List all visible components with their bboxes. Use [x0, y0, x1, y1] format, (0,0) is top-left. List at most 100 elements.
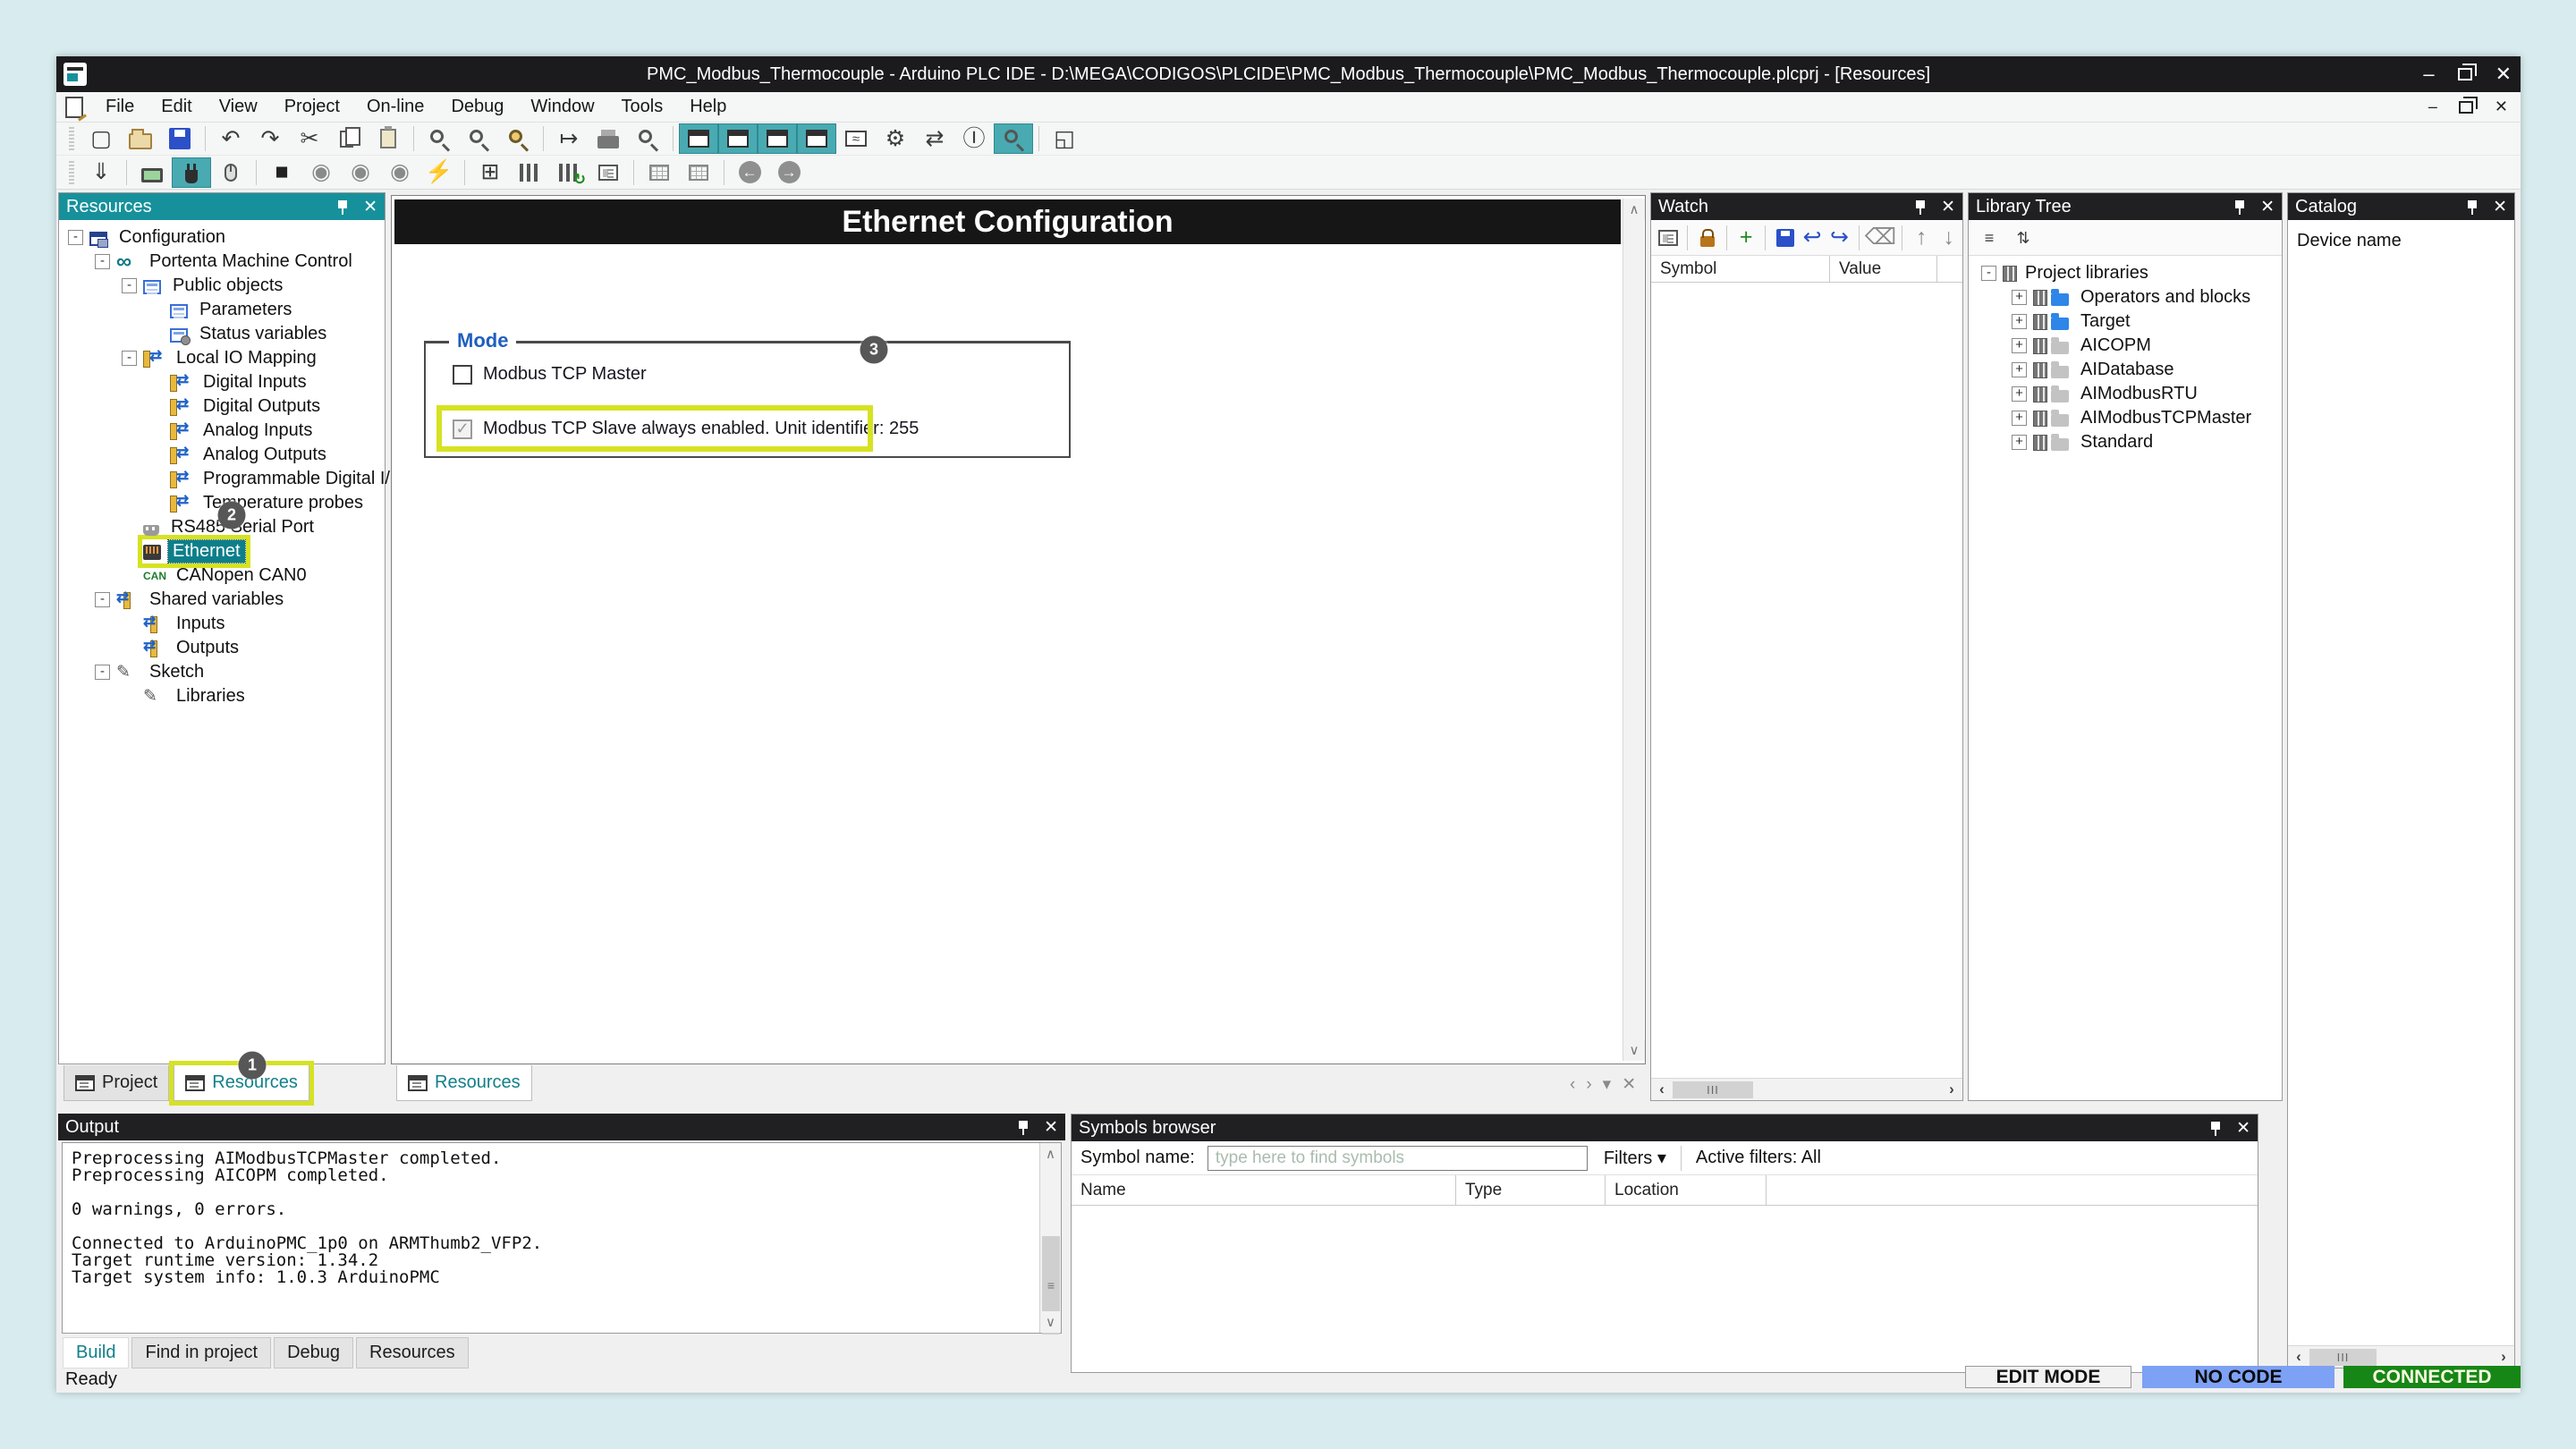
mdi-minimize-button[interactable]: –	[2428, 97, 2437, 116]
output-tab[interactable]: Debug	[274, 1337, 354, 1368]
undo-button[interactable]: ↶	[211, 123, 250, 154]
navigate-forward-button[interactable]	[769, 157, 809, 188]
toggle-watch-window-button[interactable]	[718, 123, 758, 154]
tab-menu-icon[interactable]: ▾	[1603, 1074, 1612, 1095]
tree-expander[interactable]: -	[95, 254, 110, 269]
tree-item[interactable]: - Shared variables	[59, 588, 385, 612]
pin-icon[interactable]	[1017, 1119, 1030, 1136]
scroll-down-icon[interactable]: ∨	[1040, 1311, 1061, 1333]
fullscreen-button[interactable]: ◱	[1045, 123, 1084, 154]
tree-expander[interactable]: -	[68, 230, 83, 245]
find-in-project-button[interactable]	[498, 123, 538, 154]
close-icon[interactable]: ✕	[2236, 1118, 2250, 1139]
close-button[interactable]: ✕	[2496, 63, 2512, 86]
tree-expander[interactable]: +	[2012, 290, 2027, 305]
tree-expander[interactable]: -	[122, 278, 137, 293]
toggle-library-window-button[interactable]	[758, 123, 797, 154]
tree-item[interactable]: CANopen CAN0	[59, 564, 385, 588]
menu-item[interactable]: Tools	[608, 93, 677, 120]
pin-icon[interactable]	[1914, 199, 1927, 216]
output-tab[interactable]: Resources	[356, 1337, 469, 1368]
tree-expander[interactable]: -	[122, 351, 137, 366]
tree-item[interactable]: + Operators and blocks	[1969, 285, 2282, 309]
close-icon[interactable]: ✕	[1044, 1117, 1058, 1138]
new-project-button[interactable]: ▢	[81, 123, 121, 154]
import-button[interactable]: ↦	[549, 123, 589, 154]
tree-item[interactable]: Digital Outputs	[59, 394, 385, 419]
grid-settings-button[interactable]	[679, 157, 718, 188]
watch-move-down-icon[interactable]: ↓	[1936, 223, 1962, 253]
paste-button[interactable]	[369, 123, 408, 154]
close-icon[interactable]: ✕	[2260, 197, 2275, 217]
scroll-down-icon[interactable]: ∨	[1623, 1039, 1645, 1061]
column-header[interactable]: Value	[1830, 256, 1937, 282]
tree-item[interactable]: - Configuration	[59, 225, 385, 250]
pin-icon[interactable]	[2233, 199, 2246, 216]
tree-item[interactable]: + AICOPM	[1969, 334, 2282, 358]
output-tab[interactable]: Find in project	[131, 1337, 272, 1368]
watch-save-icon[interactable]	[1771, 223, 1798, 253]
editor-tab-resources[interactable]: Resources	[396, 1065, 532, 1101]
project-report-button[interactable]	[589, 157, 628, 188]
halt-button[interactable]: ◉	[301, 157, 341, 188]
column-header[interactable]: Symbol	[1651, 256, 1830, 282]
menu-item[interactable]: File	[92, 93, 148, 120]
redo-button[interactable]: ↷	[250, 123, 290, 154]
tree-item[interactable]: + Standard	[1969, 430, 2282, 454]
tree-item[interactable]: - Sketch	[59, 660, 385, 684]
run-button[interactable]: ⚡	[419, 157, 459, 188]
toggle-catalog-window-button[interactable]	[797, 123, 836, 154]
step-button[interactable]: ◉	[380, 157, 419, 188]
watch-restore-append-icon[interactable]: ↪	[1826, 223, 1852, 253]
tree-item[interactable]: Outputs	[59, 636, 385, 660]
tree-item[interactable]: + AIDatabase	[1969, 358, 2282, 382]
watch-move-up-icon[interactable]: ↑	[1908, 223, 1935, 253]
watch-list-icon[interactable]	[1655, 223, 1682, 253]
column-header[interactable]: Type	[1456, 1175, 1606, 1205]
scrollbar-thumb[interactable]: III	[1673, 1080, 1753, 1098]
watch-horizontal-scrollbar[interactable]: ‹ III ›	[1651, 1078, 1962, 1100]
close-icon[interactable]: ✕	[1941, 197, 1955, 217]
watch-clear-icon[interactable]: ⌫	[1865, 223, 1896, 253]
toggle-find-results-button[interactable]	[994, 123, 1033, 154]
toolbar-grip[interactable]	[69, 127, 74, 150]
scroll-left-icon[interactable]: ‹	[2288, 1346, 2309, 1368]
minimize-button[interactable]: –	[2423, 63, 2434, 86]
scroll-up-icon[interactable]: ∧	[1040, 1143, 1061, 1165]
tree-item[interactable]: Digital Inputs	[59, 370, 385, 394]
tree-item[interactable]: Status variables	[59, 322, 385, 346]
connect-button[interactable]	[172, 157, 211, 188]
toolbar-grip[interactable]	[69, 160, 74, 184]
tree-item[interactable]: + AIModbusTCPMaster	[1969, 406, 2282, 430]
tree-item[interactable]: - Portenta Machine Control	[59, 250, 385, 274]
find-button[interactable]	[419, 123, 459, 154]
stop-button[interactable]: ■	[262, 157, 301, 188]
options-button[interactable]: ⚙	[876, 123, 915, 154]
copy-button[interactable]	[329, 123, 369, 154]
compile-button[interactable]	[510, 157, 549, 188]
mdi-restore-button[interactable]	[2458, 96, 2478, 114]
tree-item[interactable]: Ethernet	[59, 535, 385, 568]
print-button[interactable]	[589, 123, 628, 154]
tree-item[interactable]: Analog Outputs	[59, 443, 385, 467]
tab-prev-icon[interactable]: ‹	[1570, 1075, 1575, 1095]
editor-vertical-scrollbar[interactable]: ∧ ∨	[1623, 199, 1645, 1061]
tree-item[interactable]: + Target	[1969, 309, 2282, 334]
device-info-button[interactable]: Ⓘ	[954, 123, 994, 154]
tree-item[interactable]: Analog Inputs	[59, 419, 385, 443]
output-log[interactable]: Preprocessing AIModbusTCPMaster complete…	[62, 1142, 1062, 1334]
library-refresh-icon[interactable]: ⇅	[2006, 223, 2040, 253]
device-connection-button[interactable]	[132, 157, 172, 188]
attach-device-button[interactable]	[211, 157, 250, 188]
watch-restore-icon[interactable]: ↩	[1799, 223, 1826, 253]
find-next-button[interactable]	[459, 123, 498, 154]
tree-item[interactable]: - Project libraries	[1969, 261, 2282, 285]
cut-button[interactable]: ✂	[290, 123, 329, 154]
tree-item[interactable]: Programmable Digital I/O	[59, 467, 404, 491]
tab-next-icon[interactable]: ›	[1586, 1075, 1591, 1095]
tree-expander[interactable]: +	[2012, 411, 2027, 426]
tree-expander[interactable]: -	[95, 665, 110, 680]
tab-close-icon[interactable]: ✕	[1622, 1074, 1636, 1095]
pin-icon[interactable]	[2209, 1120, 2222, 1137]
rebuild-all-button[interactable]	[549, 157, 589, 188]
